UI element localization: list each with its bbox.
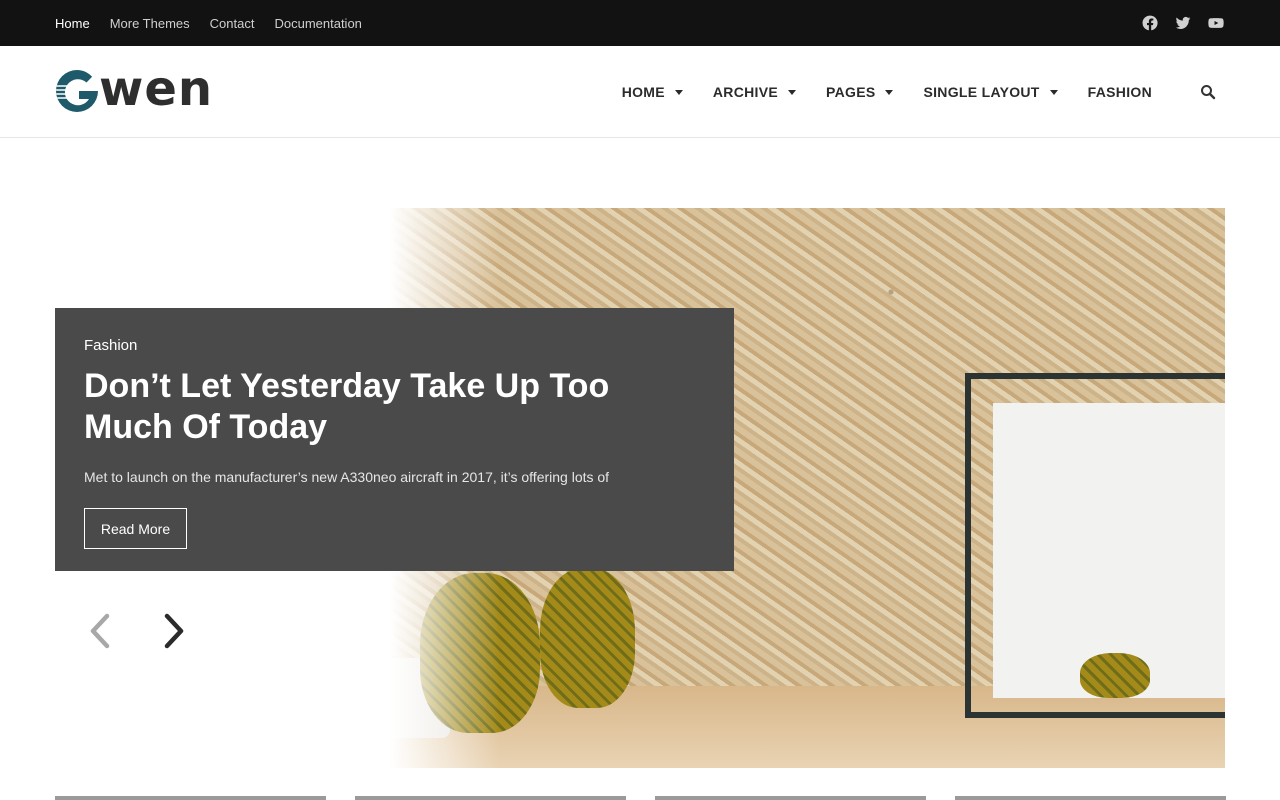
main-nav: HOME ARCHIVE PAGES SINGLE LAYOUT FASHION: [592, 46, 1152, 138]
site-logo[interactable]: wen: [55, 61, 214, 117]
site-header: wen HOME ARCHIVE PAGES SINGLE LAYOUT FAS…: [0, 46, 1280, 138]
nav-item-label: SINGLE LAYOUT: [923, 84, 1040, 100]
top-nav-more-themes[interactable]: More Themes: [110, 16, 190, 31]
caret-down-icon: [1049, 89, 1058, 95]
top-nav: Home More Themes Contact Documentation: [55, 0, 382, 46]
social-links: [1125, 0, 1224, 46]
chevron-left-icon[interactable]: [88, 612, 112, 650]
thumbnail-post[interactable]: [355, 796, 626, 800]
post-excerpt: Met to launch on the manufacturer’s new …: [84, 469, 610, 485]
youtube-icon[interactable]: [1208, 15, 1224, 31]
logo-text: wen: [99, 61, 214, 117]
post-category[interactable]: Fashion: [84, 337, 137, 354]
logo-mark-icon: [56, 70, 98, 112]
caret-down-icon: [788, 89, 796, 95]
caret-down-icon: [674, 89, 683, 95]
nav-item-fashion[interactable]: FASHION: [1088, 84, 1152, 100]
top-bar: Home More Themes Contact Documentation: [0, 0, 1280, 46]
nav-item-label: PAGES: [826, 84, 876, 100]
thumbnail-post[interactable]: [955, 796, 1226, 800]
facebook-icon[interactable]: [1142, 15, 1158, 31]
top-nav-home[interactable]: Home: [55, 16, 90, 31]
nav-item-label: FASHION: [1087, 84, 1152, 100]
twitter-icon[interactable]: [1175, 15, 1191, 31]
nav-item-label: ARCHIVE: [712, 84, 778, 100]
top-nav-contact[interactable]: Contact: [210, 16, 255, 31]
nav-item-label: HOME: [621, 84, 665, 100]
nav-item-home[interactable]: HOME: [622, 84, 683, 100]
read-more-button[interactable]: Read More: [84, 508, 187, 549]
nav-item-archive[interactable]: ARCHIVE: [713, 84, 796, 100]
nav-item-single-layout[interactable]: SINGLE LAYOUT: [923, 84, 1058, 100]
slider-post-box: Fashion Don’t Let Yesterday Take Up Too …: [55, 308, 734, 571]
search-icon[interactable]: [1200, 84, 1216, 100]
thumbnail-post[interactable]: [55, 796, 326, 800]
thumbnail-post[interactable]: [655, 796, 926, 800]
caret-down-icon: [885, 89, 894, 95]
image-pineapple: [540, 568, 635, 708]
nav-item-pages[interactable]: PAGES: [826, 84, 894, 100]
top-nav-documentation[interactable]: Documentation: [274, 16, 361, 31]
chevron-right-icon[interactable]: [162, 612, 186, 650]
post-title[interactable]: Don’t Let Yesterday Take Up Too Much Of …: [84, 366, 684, 448]
image-small-pineapple: [1080, 653, 1150, 698]
